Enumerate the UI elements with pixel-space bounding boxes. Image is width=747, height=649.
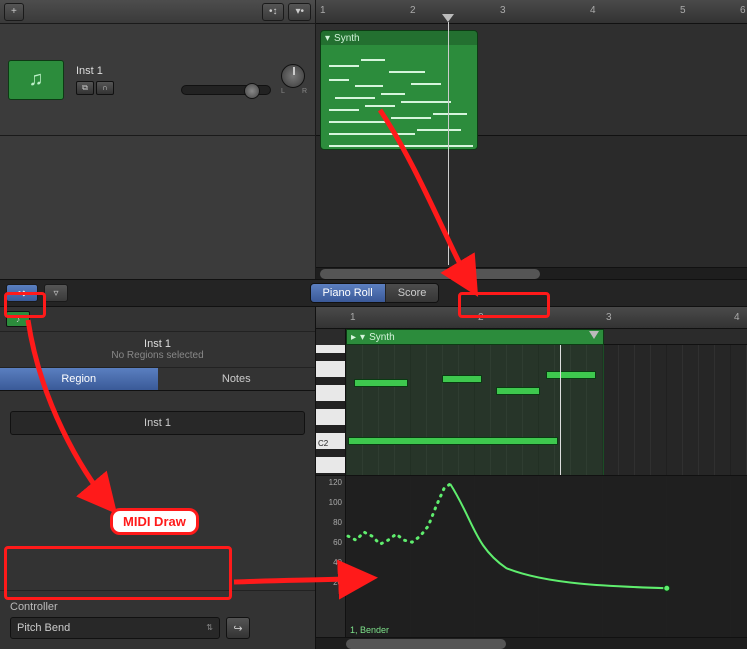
record-enable-button[interactable]: ⧉ [76, 81, 94, 95]
filter-icon: ▾• [295, 6, 304, 17]
automation-curve [346, 476, 747, 606]
piano-roll-region-header[interactable]: ▸ ▾ Synth [346, 329, 604, 345]
tab-piano-roll[interactable]: Piano Roll [311, 284, 386, 302]
input-monitor-button[interactable]: ∩ [96, 81, 114, 95]
scale-mark: 40 [333, 558, 342, 567]
arrange-area[interactable]: 1 2 3 4 5 6 ▾ Synth [316, 0, 747, 279]
track-filter-button[interactable]: ▾• [288, 3, 311, 21]
controller-label: Controller [10, 601, 305, 613]
arrange-scrollbar[interactable] [316, 267, 747, 279]
midi-region[interactable]: ▾ Synth [320, 30, 478, 150]
disclosure-icon: ▾ [360, 332, 365, 343]
inspector-track-name-field[interactable]: Inst 1 [10, 411, 305, 435]
circle-icon: ⧉ [82, 83, 88, 93]
ruler-mark: 6 [740, 5, 746, 16]
midi-note[interactable] [354, 379, 408, 387]
pan-knob[interactable] [281, 64, 305, 88]
editor-view-segmented: Piano Roll Score [310, 283, 440, 303]
controller-select-value: Pitch Bend [17, 622, 70, 634]
ruler-mark: 2 [478, 312, 484, 323]
volume-slider[interactable] [181, 85, 271, 95]
midi-note[interactable] [442, 375, 482, 383]
piano-roll-ruler[interactable]: 1 2 3 4 [316, 307, 747, 329]
music-note-icon: ♫ [29, 68, 44, 91]
track-name-label: Inst 1 [76, 65, 169, 77]
music-note-icon: ♪ [16, 315, 20, 324]
updown-icon: ⇅ [206, 624, 213, 632]
scale-mark: 120 [329, 478, 342, 487]
disclosure-icon: ▾ [325, 33, 330, 44]
inspector-header: Inst 1 No Regions selected [0, 332, 315, 368]
editor-tab-bar: •↕ ▿ Piano Roll Score [0, 279, 747, 307]
piano-roll-editor[interactable]: 1 2 3 4 ▸ ▾ Synth C2 [316, 307, 747, 649]
link-icon: ↪ [233, 622, 242, 635]
piano-roll-grid[interactable] [346, 345, 747, 475]
piano-roll-region-title: Synth [369, 332, 395, 343]
automation-toggle-button[interactable]: •↕ [262, 3, 285, 21]
playhead-marker[interactable] [442, 14, 454, 22]
track-toolbar: + •↕ ▾• [0, 0, 315, 24]
ruler-mark: 4 [734, 312, 740, 323]
playhead-line [448, 22, 449, 265]
scrollbar-thumb[interactable] [346, 639, 506, 649]
automation-icon: •↕ [269, 6, 278, 17]
ruler-mark: 4 [590, 5, 596, 16]
piano-roll-scrollbar[interactable] [316, 637, 747, 649]
region-title: Synth [334, 33, 360, 44]
arrange-section: + •↕ ▾• ♫ Inst 1 ⧉ ∩ [0, 0, 747, 279]
scale-mark: 60 [333, 538, 342, 547]
region-type-icon: ♪ [6, 311, 30, 327]
automation-lane[interactable]: 120 100 80 60 40 20 1, [316, 475, 747, 637]
piano-roll-playhead[interactable] [560, 345, 561, 475]
track-header-panel: + •↕ ▾• ♫ Inst 1 ⧉ ∩ [0, 0, 316, 279]
controller-link-button[interactable]: ↪ [226, 617, 250, 639]
ruler-mark: 3 [500, 5, 506, 16]
midi-note[interactable] [496, 387, 540, 395]
ruler-mark: 3 [606, 312, 612, 323]
region-background [346, 345, 604, 475]
inspector-title: Inst 1 [6, 338, 309, 350]
track-header-row[interactable]: ♫ Inst 1 ⧉ ∩ LR [0, 24, 315, 136]
scale-mark: 80 [333, 518, 342, 527]
tab-score[interactable]: Score [386, 284, 439, 302]
inspector-subtitle: No Regions selected [6, 350, 309, 361]
scale-mark: 100 [329, 498, 342, 507]
midi-draw-toggle-icon: •↕ [18, 288, 27, 299]
add-track-button[interactable]: + [4, 3, 24, 21]
arrange-ruler[interactable]: 1 2 3 4 5 6 [316, 0, 747, 24]
inspector-tab-region[interactable]: Region [0, 368, 158, 390]
piano-keyboard[interactable]: C2 [316, 345, 346, 475]
midi-draw-panel: Controller Pitch Bend ⇅ ↪ [0, 590, 315, 649]
controller-select[interactable]: Pitch Bend ⇅ [10, 617, 220, 639]
instrument-icon: ♫ [8, 60, 64, 100]
arrange-track-lanes[interactable]: ▾ Synth [316, 24, 747, 267]
scrollbar-thumb[interactable] [320, 269, 540, 279]
play-icon: ▸ [351, 332, 356, 343]
inspector-tabs: Region Notes [0, 368, 315, 391]
scale-mark: 20 [333, 578, 342, 587]
ruler-mark: 5 [680, 5, 686, 16]
ruler-mark: 1 [320, 5, 326, 16]
ruler-mark: 1 [350, 312, 356, 323]
inspector-panel: ♪ Inst 1 No Regions selected Region Note… [0, 307, 316, 649]
midi-note[interactable] [546, 371, 596, 379]
filter-icon: ▿ [53, 288, 58, 299]
automation-draw-area[interactable]: 1, Bender [346, 476, 747, 637]
headphone-icon: ∩ [102, 83, 108, 92]
midi-note[interactable] [348, 437, 558, 445]
piano-roll-grid-area[interactable]: C2 [316, 345, 747, 475]
inspector-tab-notes[interactable]: Notes [158, 368, 316, 390]
ruler-mark: 2 [410, 5, 416, 16]
filter-button[interactable]: ▿ [44, 284, 68, 302]
editor-section: •↕ ▿ Piano Roll Score ♪ Inst 1 No Region… [0, 279, 747, 649]
midi-draw-toggle-button[interactable]: •↕ [6, 284, 38, 302]
automation-scale: 120 100 80 60 40 20 [316, 476, 346, 637]
loop-handle-icon[interactable] [589, 331, 599, 339]
automation-region-label: 1, Bender [350, 625, 389, 635]
key-label: C2 [318, 439, 328, 448]
